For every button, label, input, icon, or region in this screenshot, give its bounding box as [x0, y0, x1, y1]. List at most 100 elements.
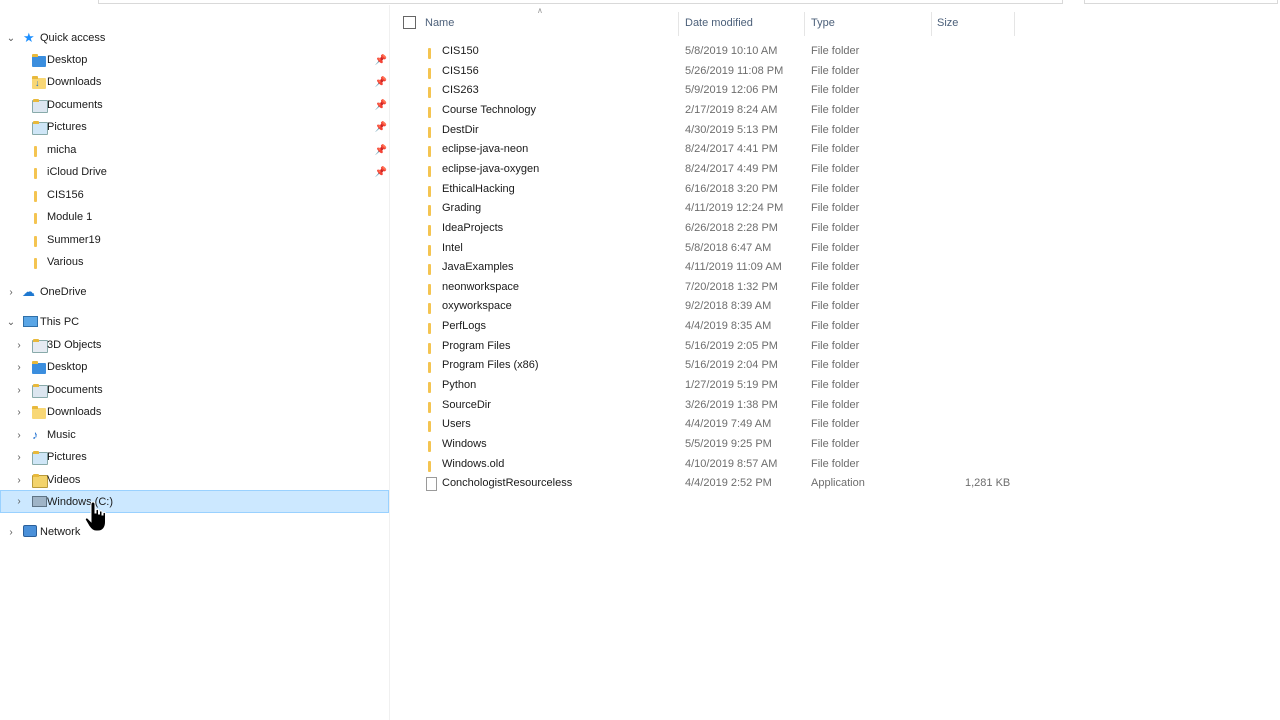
table-row[interactable]: eclipse-java-oxygen 8/24/2017 4:49 PM File…	[390, 160, 1280, 180]
nav-label: OneDrive	[40, 286, 87, 298]
pin-icon[interactable]: 📌	[375, 166, 387, 178]
nav-item-micha[interactable]: micha 📌	[0, 139, 389, 161]
nav-item-windows-c[interactable]: › Windows (C:)	[0, 490, 389, 513]
table-row[interactable]: Course Technology 2/17/2019 8:24 AM File f…	[390, 101, 1280, 121]
nav-item-pc-documents[interactable]: › Documents	[0, 379, 389, 401]
nav-quick-access[interactable]: ⌄ ★ Quick access	[0, 27, 389, 49]
cell-date: 7/20/2018 1:32 PM	[685, 280, 778, 293]
table-row[interactable]: IdeaProjects 6/26/2018 2:28 PM File folder	[390, 219, 1280, 239]
cell-type: File folder	[811, 162, 860, 175]
chevron-down-icon[interactable]: ⌄	[5, 316, 17, 328]
cell-name: Python	[442, 379, 477, 392]
nav-item-pc-pictures[interactable]: › Pictures	[0, 446, 389, 468]
nav-item-pc-music[interactable]: › ♪ Music	[0, 424, 389, 446]
nav-this-pc[interactable]: ⌄ This PC	[0, 311, 389, 333]
nav-network[interactable]: › Network	[0, 521, 389, 543]
nav-item-icloud-drive[interactable]: iCloud Drive 📌	[0, 161, 389, 183]
cell-name: SourceDir	[442, 398, 491, 411]
cell-size: 1,281 KB	[965, 477, 1011, 490]
column-header-date[interactable]: Date modified	[685, 12, 805, 34]
chevron-down-icon[interactable]: ⌄	[5, 32, 17, 44]
nav-item-cis156[interactable]: CIS156	[0, 184, 389, 206]
nav-item-module-1[interactable]: Module 1	[0, 206, 389, 228]
nav-item-downloads[interactable]: ↓ Downloads 📌	[0, 71, 389, 93]
search-box[interactable]	[1084, 0, 1278, 4]
table-row[interactable]: JavaExamples 4/11/2019 11:09 AM File folde…	[390, 258, 1280, 278]
column-divider[interactable]	[931, 12, 932, 36]
table-row[interactable]: oxyworkspace 9/2/2018 8:39 AM File folder	[390, 297, 1280, 317]
chevron-right-icon[interactable]: ›	[13, 384, 25, 396]
table-row[interactable]: neonworkspace 7/20/2018 1:32 PM File folde…	[390, 278, 1280, 298]
folder-icon	[428, 224, 431, 236]
table-row[interactable]: PerfLogs 4/4/2019 8:35 AM File folder	[390, 317, 1280, 337]
chevron-right-icon[interactable]: ›	[13, 474, 25, 486]
table-row[interactable]: ConchologistResourceless 4/4/2019 2:52 PM…	[390, 474, 1280, 494]
column-divider[interactable]	[804, 12, 805, 36]
nav-item-summer19[interactable]: Summer19	[0, 229, 389, 251]
folder-icon	[428, 106, 431, 118]
table-row[interactable]: EthicalHacking 6/16/2018 3:20 PM File fold…	[390, 180, 1280, 200]
column-divider[interactable]	[1014, 12, 1015, 36]
chevron-right-icon[interactable]: ›	[13, 429, 25, 441]
folder-icon	[428, 87, 431, 99]
chevron-right-icon[interactable]: ›	[5, 286, 17, 298]
pin-icon[interactable]: 📌	[375, 54, 387, 66]
nav-item-pictures[interactable]: Pictures 📌	[0, 116, 389, 138]
table-row[interactable]: DestDir 4/30/2019 5:13 PM File folder	[390, 121, 1280, 141]
select-all-checkbox[interactable]	[403, 16, 416, 29]
table-row[interactable]: Program Files (x86) 5/16/2019 2:04 PM File…	[390, 356, 1280, 376]
column-header-size[interactable]: Size	[937, 12, 1017, 34]
chevron-right-icon[interactable]: ›	[13, 339, 25, 351]
table-row[interactable]: Windows.old 4/10/2019 8:57 AM File folder	[390, 455, 1280, 475]
3d-objects-icon	[32, 338, 48, 353]
nav-item-pc-downloads[interactable]: › Downloads	[0, 401, 389, 423]
folder-icon	[34, 212, 37, 224]
music-icon: ♪	[32, 428, 38, 442]
table-row[interactable]: CIS156 5/26/2019 11:08 PM File folder	[390, 62, 1280, 82]
folder-icon	[428, 264, 431, 276]
chevron-right-icon[interactable]: ›	[5, 526, 17, 538]
address-bar[interactable]	[98, 0, 1063, 4]
folder-icon	[428, 205, 431, 217]
cell-date: 8/24/2017 4:41 PM	[685, 143, 778, 156]
nav-item-pc-videos[interactable]: › Videos	[0, 469, 389, 491]
table-row[interactable]: Users 4/4/2019 7:49 AM File folder	[390, 415, 1280, 435]
column-header-name[interactable]: Name	[425, 12, 675, 34]
file-icon	[426, 477, 437, 492]
nav-item-3d-objects[interactable]: › 3D Objects	[0, 334, 389, 356]
column-divider[interactable]	[678, 12, 679, 36]
cell-type: Application	[811, 477, 865, 490]
downloads-folder-icon	[32, 405, 46, 419]
network-icon	[23, 525, 37, 537]
nav-onedrive[interactable]: › ☁ OneDrive	[0, 281, 389, 303]
column-header-label: Type	[811, 17, 835, 29]
hand-cursor-icon	[84, 501, 106, 532]
chevron-right-icon[interactable]: ›	[13, 496, 25, 508]
pictures-folder-icon	[32, 450, 48, 465]
table-row[interactable]: Program Files 5/16/2019 2:05 PM File folde…	[390, 337, 1280, 357]
column-header-type[interactable]: Type	[811, 12, 931, 34]
chevron-right-icon[interactable]: ›	[13, 406, 25, 418]
table-row[interactable]: Grading 4/11/2019 12:24 PM File folder	[390, 199, 1280, 219]
chevron-right-icon[interactable]: ›	[13, 451, 25, 463]
nav-label: Module 1	[47, 211, 93, 223]
table-row[interactable]: Intel 5/8/2018 6:47 AM File folder	[390, 239, 1280, 259]
pin-icon[interactable]: 📌	[375, 121, 387, 133]
chevron-right-icon[interactable]: ›	[13, 361, 25, 373]
pin-icon[interactable]: 📌	[375, 99, 387, 111]
table-row[interactable]: Python 1/27/2019 5:19 PM File folder	[390, 376, 1280, 396]
nav-item-pc-desktop[interactable]: › Desktop	[0, 356, 389, 378]
pin-icon[interactable]: 📌	[375, 76, 387, 88]
nav-item-documents[interactable]: Documents 📌	[0, 94, 389, 116]
cell-date: 9/2/2018 8:39 AM	[685, 300, 772, 313]
table-row[interactable]: Windows 5/5/2019 9:25 PM File folder	[390, 435, 1280, 455]
nav-label: iCloud Drive	[47, 166, 107, 178]
nav-item-various[interactable]: Various	[0, 251, 389, 273]
nav-label: Documents	[47, 99, 103, 111]
table-row[interactable]: SourceDir 3/26/2019 1:38 PM File folder	[390, 396, 1280, 416]
pin-icon[interactable]: 📌	[375, 144, 387, 156]
table-row[interactable]: eclipse-java-neon 8/24/2017 4:41 PM File f…	[390, 140, 1280, 160]
nav-item-desktop[interactable]: Desktop 📌	[0, 49, 389, 71]
table-row[interactable]: CIS150 5/8/2019 10:10 AM File folder	[390, 42, 1280, 62]
table-row[interactable]: CIS263 5/9/2019 12:06 PM File folder	[390, 81, 1280, 101]
